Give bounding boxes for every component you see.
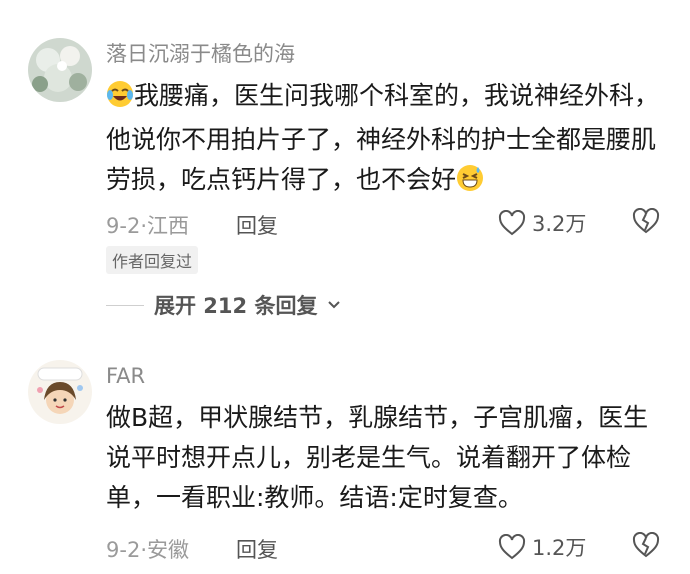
comment-body: 我腰痛，医生问我哪个科室的，我说神经外科，他说你不用拍片子了，神经外科的护士全都… bbox=[106, 81, 660, 194]
comment-text: 我腰痛，医生问我哪个科室的，我说神经外科，他说你不用拍片子了，神经外科的护士全都… bbox=[106, 76, 666, 204]
comment-location: 安徽 bbox=[147, 538, 189, 562]
comment-location: 江西 bbox=[147, 214, 189, 238]
chevron-down-icon bbox=[328, 301, 341, 309]
broken-heart-icon bbox=[632, 531, 660, 558]
username[interactable]: FAR bbox=[106, 364, 145, 388]
dislike-button[interactable] bbox=[632, 531, 660, 562]
comment-date: 9-2 bbox=[106, 214, 141, 238]
grinning-sweat-emoji bbox=[456, 164, 484, 204]
expand-replies-button[interactable]: 展开 212 条回复 bbox=[106, 290, 341, 320]
broken-heart-icon bbox=[632, 207, 660, 234]
comment-date: 9-2 bbox=[106, 538, 141, 562]
crying-laughing-emoji bbox=[106, 80, 134, 120]
avatar[interactable] bbox=[28, 38, 92, 102]
dislike-button[interactable] bbox=[632, 207, 660, 238]
heart-icon bbox=[498, 534, 526, 560]
like-count: 1.2万 bbox=[532, 536, 587, 560]
like-button[interactable]: 3.2万 bbox=[498, 208, 586, 238]
reply-button[interactable]: 回复 bbox=[236, 210, 278, 240]
reply-button[interactable]: 回复 bbox=[236, 534, 278, 564]
comment-meta: 9-2·江西 bbox=[106, 214, 189, 238]
comment-meta: 9-2·安徽 bbox=[106, 538, 189, 562]
username[interactable]: 落日沉溺于橘色的海 bbox=[106, 38, 295, 68]
like-count: 3.2万 bbox=[532, 212, 587, 236]
avatar[interactable] bbox=[28, 360, 92, 424]
heart-icon bbox=[498, 210, 526, 236]
author-replied-badge: 作者回复过 bbox=[106, 246, 199, 274]
comment-text: 做B超，甲状腺结节，乳腺结节，子宫肌瘤，医生说平时想开点儿，别老是生气。说着翻开… bbox=[106, 403, 649, 512]
like-button[interactable]: 1.2万 bbox=[498, 532, 586, 562]
divider-line bbox=[106, 304, 144, 306]
expand-replies-label: 展开 212 条回复 bbox=[154, 294, 318, 318]
